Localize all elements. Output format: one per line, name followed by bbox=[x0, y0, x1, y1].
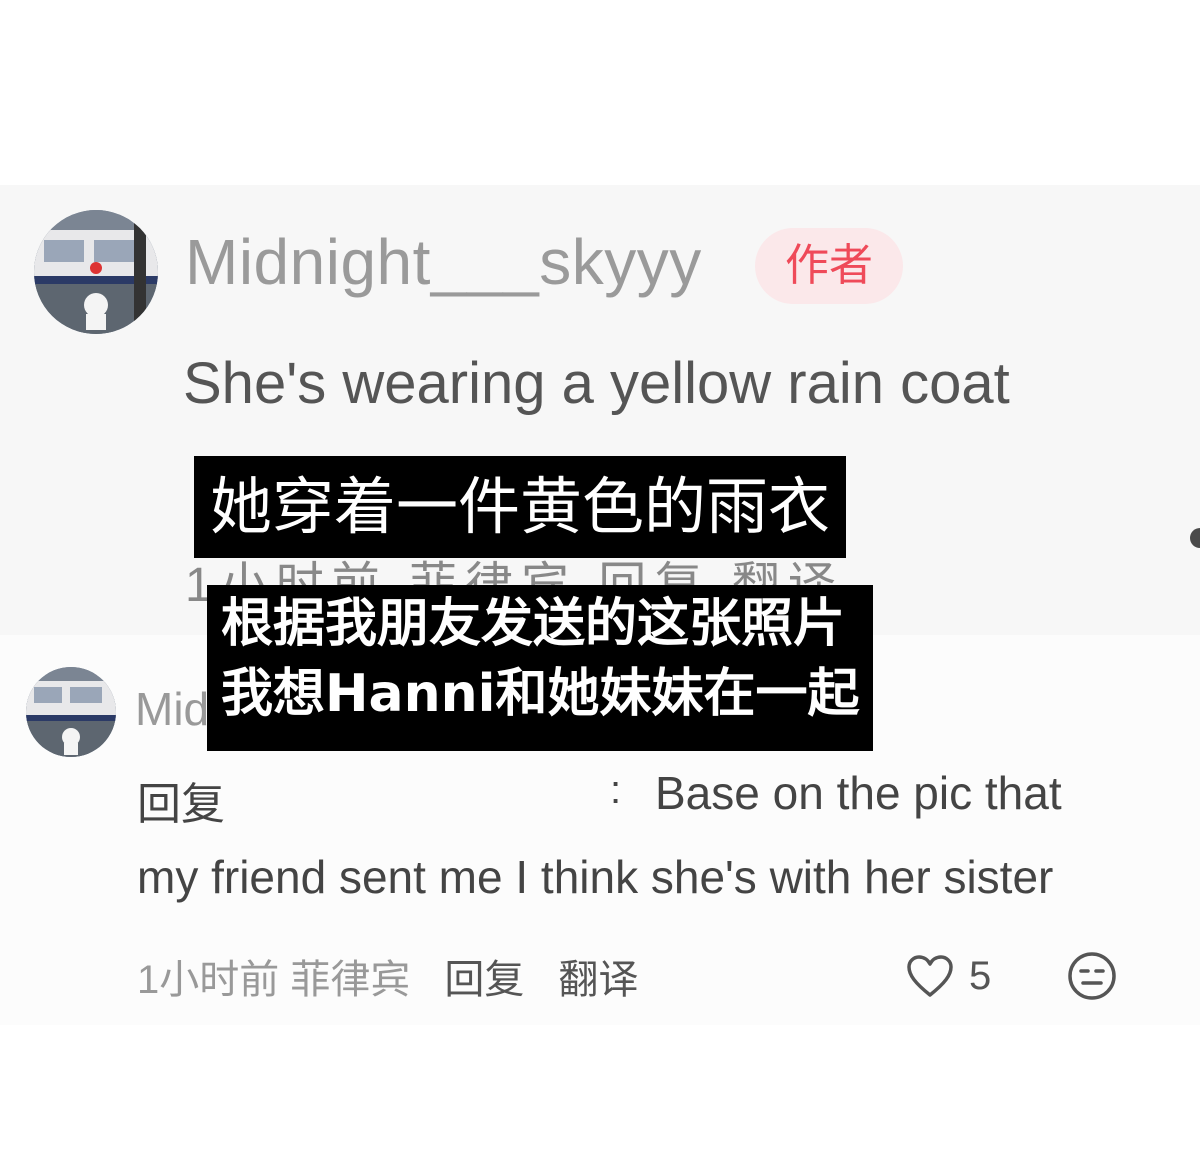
reply-colon: : bbox=[610, 768, 622, 812]
avatar-photo bbox=[26, 667, 116, 757]
comment-text: She's wearing a yellow rain coat bbox=[183, 351, 1010, 416]
caption-overlay-line3: 我想Hanni和她妹妹在一起 bbox=[221, 664, 860, 724]
translate-button[interactable]: 翻译 bbox=[558, 947, 638, 1005]
like-button[interactable]: 5 bbox=[905, 950, 991, 1002]
like-count: 5 bbox=[969, 953, 992, 998]
reply-username[interactable]: Mid bbox=[135, 682, 209, 736]
reply-avatar[interactable] bbox=[26, 667, 116, 757]
avatar[interactable] bbox=[34, 210, 158, 334]
reply-prefix: 回复 bbox=[137, 780, 225, 829]
caption-overlay-line1: 她穿着一件黄色的雨衣 bbox=[194, 456, 847, 558]
heart-outline-icon bbox=[907, 955, 953, 997]
neutral-face-icon[interactable] bbox=[1066, 950, 1118, 1002]
reply-meta-row: 1小时前 菲律宾 回复 翻译 bbox=[137, 948, 638, 1004]
reply-text-line1: Base on the pic that bbox=[655, 767, 1062, 819]
avatar-photo bbox=[34, 210, 158, 334]
reply-time-location: 1小时前 菲律宾 bbox=[137, 958, 411, 1002]
caption-overlay-line2: 根据我朋友发送的这张照片 bbox=[221, 594, 846, 654]
caption-overlay-block: 根据我朋友发送的这张照片 我想Hanni和她妹妹在一起 bbox=[207, 585, 874, 751]
username[interactable]: Midnight___skyyy bbox=[185, 225, 702, 299]
reply-text-line2: my friend sent me I think she's with her… bbox=[137, 851, 1054, 903]
author-badge: 作者 bbox=[755, 228, 903, 304]
reply-button[interactable]: 回复 bbox=[444, 947, 524, 1005]
